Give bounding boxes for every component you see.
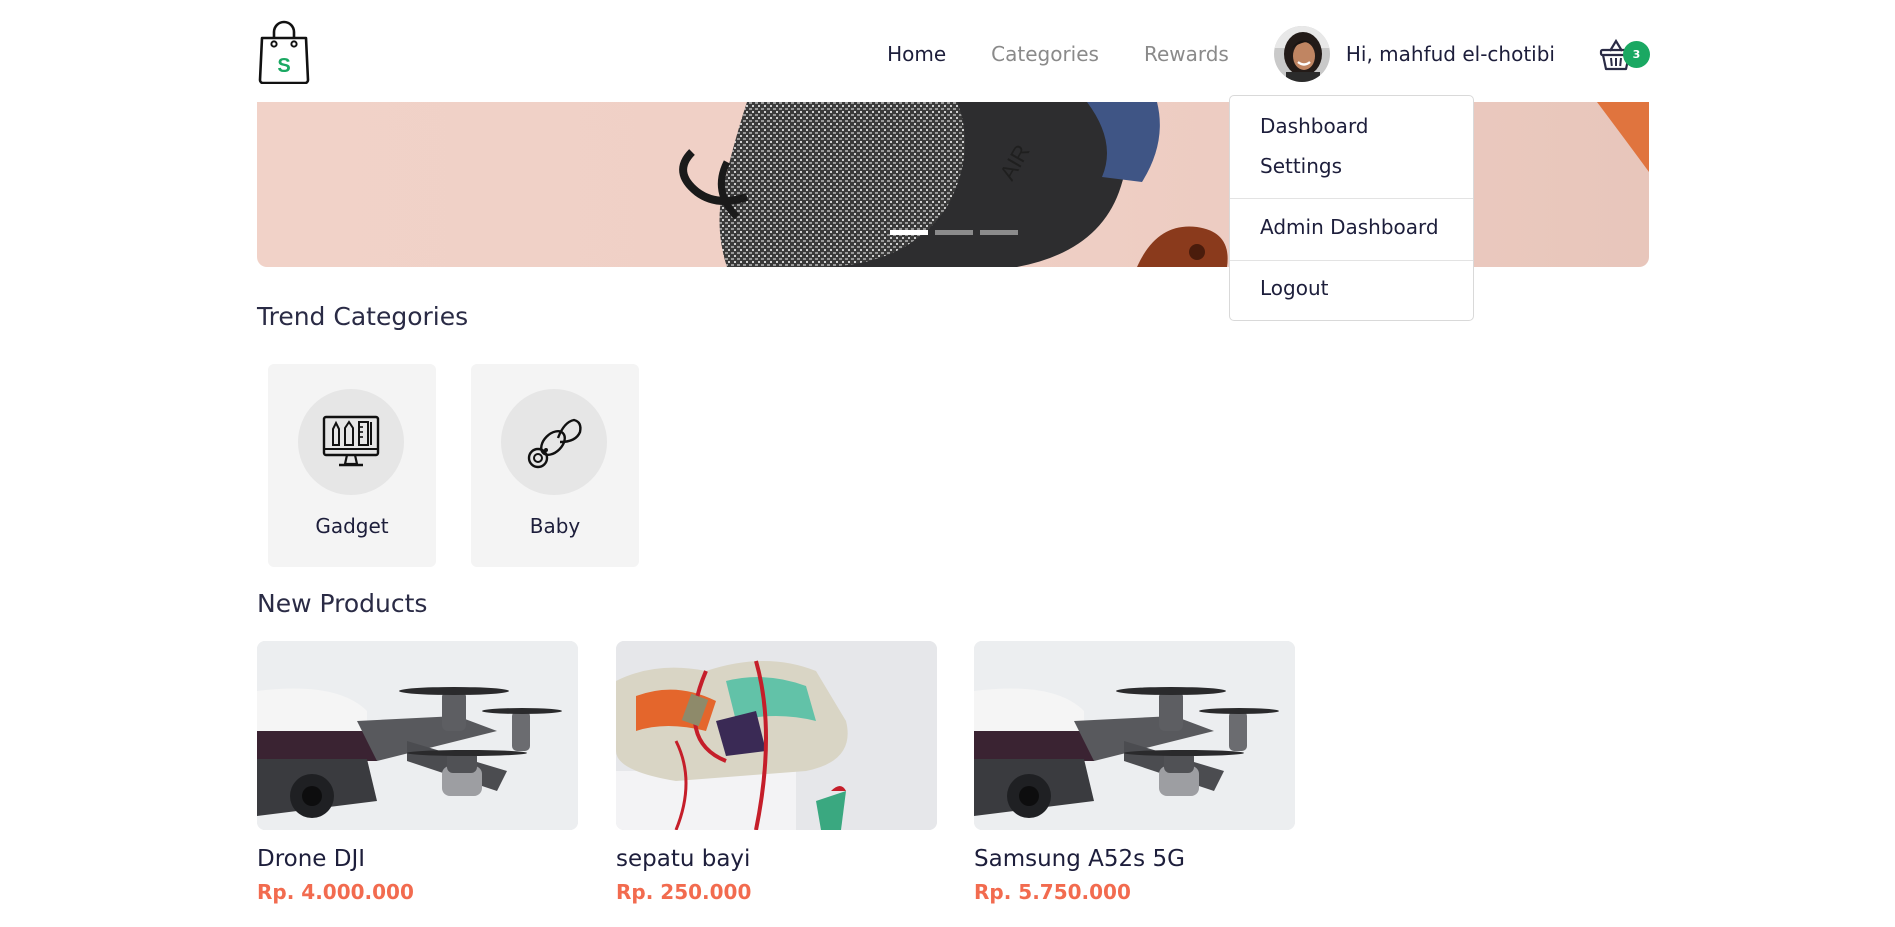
category-icon-circle	[298, 389, 404, 495]
nav-home[interactable]: Home	[887, 42, 946, 66]
cart-button[interactable]: 3	[1599, 34, 1650, 74]
nav-categories[interactable]: Categories	[991, 42, 1099, 66]
drone-image	[257, 641, 578, 830]
computer-icon	[322, 415, 380, 467]
product-card-sepatu-bayi[interactable]: sepatu bayi Rp. 250.000	[616, 641, 937, 904]
nav-rewards[interactable]: Rewards	[1144, 42, 1229, 66]
trend-categories-title: Trend Categories	[257, 302, 469, 331]
dropdown-divider	[1230, 198, 1473, 199]
shopping-bag-logo-icon: S	[258, 20, 310, 85]
product-price: Rp. 5.750.000	[974, 880, 1131, 904]
category-icon-circle	[501, 389, 607, 495]
product-name: Drone DJI	[257, 846, 366, 872]
category-label: Baby	[529, 514, 581, 538]
dropdown-item-admin-dashboard[interactable]: Admin Dashboard	[1260, 215, 1439, 239]
avatar	[1273, 26, 1330, 82]
product-image	[257, 641, 578, 830]
main-nav: Home Categories Rewards Hi, mahfud el-ch…	[842, 24, 1650, 84]
dropdown-divider	[1230, 260, 1473, 261]
new-products-title: New Products	[257, 589, 428, 618]
category-card-gadget[interactable]: Gadget	[268, 364, 436, 567]
product-price: Rp. 250.000	[616, 880, 752, 904]
carousel-dot-3[interactable]	[980, 230, 1018, 235]
user-menu-toggle[interactable]: Hi, mahfud el-chotibi	[1273, 26, 1555, 82]
carousel-indicators	[890, 230, 1025, 235]
product-name: sepatu bayi	[616, 846, 751, 872]
pacifier-icon	[527, 418, 582, 469]
shop-logo[interactable]: S	[257, 20, 311, 85]
dropdown-item-logout[interactable]: Logout	[1260, 276, 1328, 300]
carousel-dot-1[interactable]	[890, 230, 928, 235]
product-price: Rp. 4.000.000	[257, 880, 414, 904]
category-card-baby[interactable]: Baby	[471, 364, 639, 567]
product-card-samsung-a52s[interactable]: Samsung A52s 5G Rp. 5.750.000	[974, 641, 1295, 904]
dropdown-item-settings[interactable]: Settings	[1260, 154, 1342, 178]
drone-image	[974, 641, 1295, 830]
product-image	[974, 641, 1295, 830]
dropdown-item-dashboard[interactable]: Dashboard	[1260, 114, 1369, 138]
cart-count-badge: 3	[1623, 41, 1650, 68]
logo-letter: S	[277, 55, 290, 77]
shoe-image	[616, 641, 937, 830]
user-greeting: Hi, mahfud el-chotibi	[1345, 42, 1555, 66]
product-card-drone-dji[interactable]: Drone DJI Rp. 4.000.000	[257, 641, 578, 904]
product-name: Samsung A52s 5G	[974, 846, 1185, 872]
carousel-dot-2[interactable]	[935, 230, 973, 235]
product-image	[616, 641, 937, 830]
category-label: Gadget	[315, 514, 389, 538]
user-dropdown-menu: Dashboard Settings Admin Dashboard Logou…	[1229, 95, 1474, 321]
